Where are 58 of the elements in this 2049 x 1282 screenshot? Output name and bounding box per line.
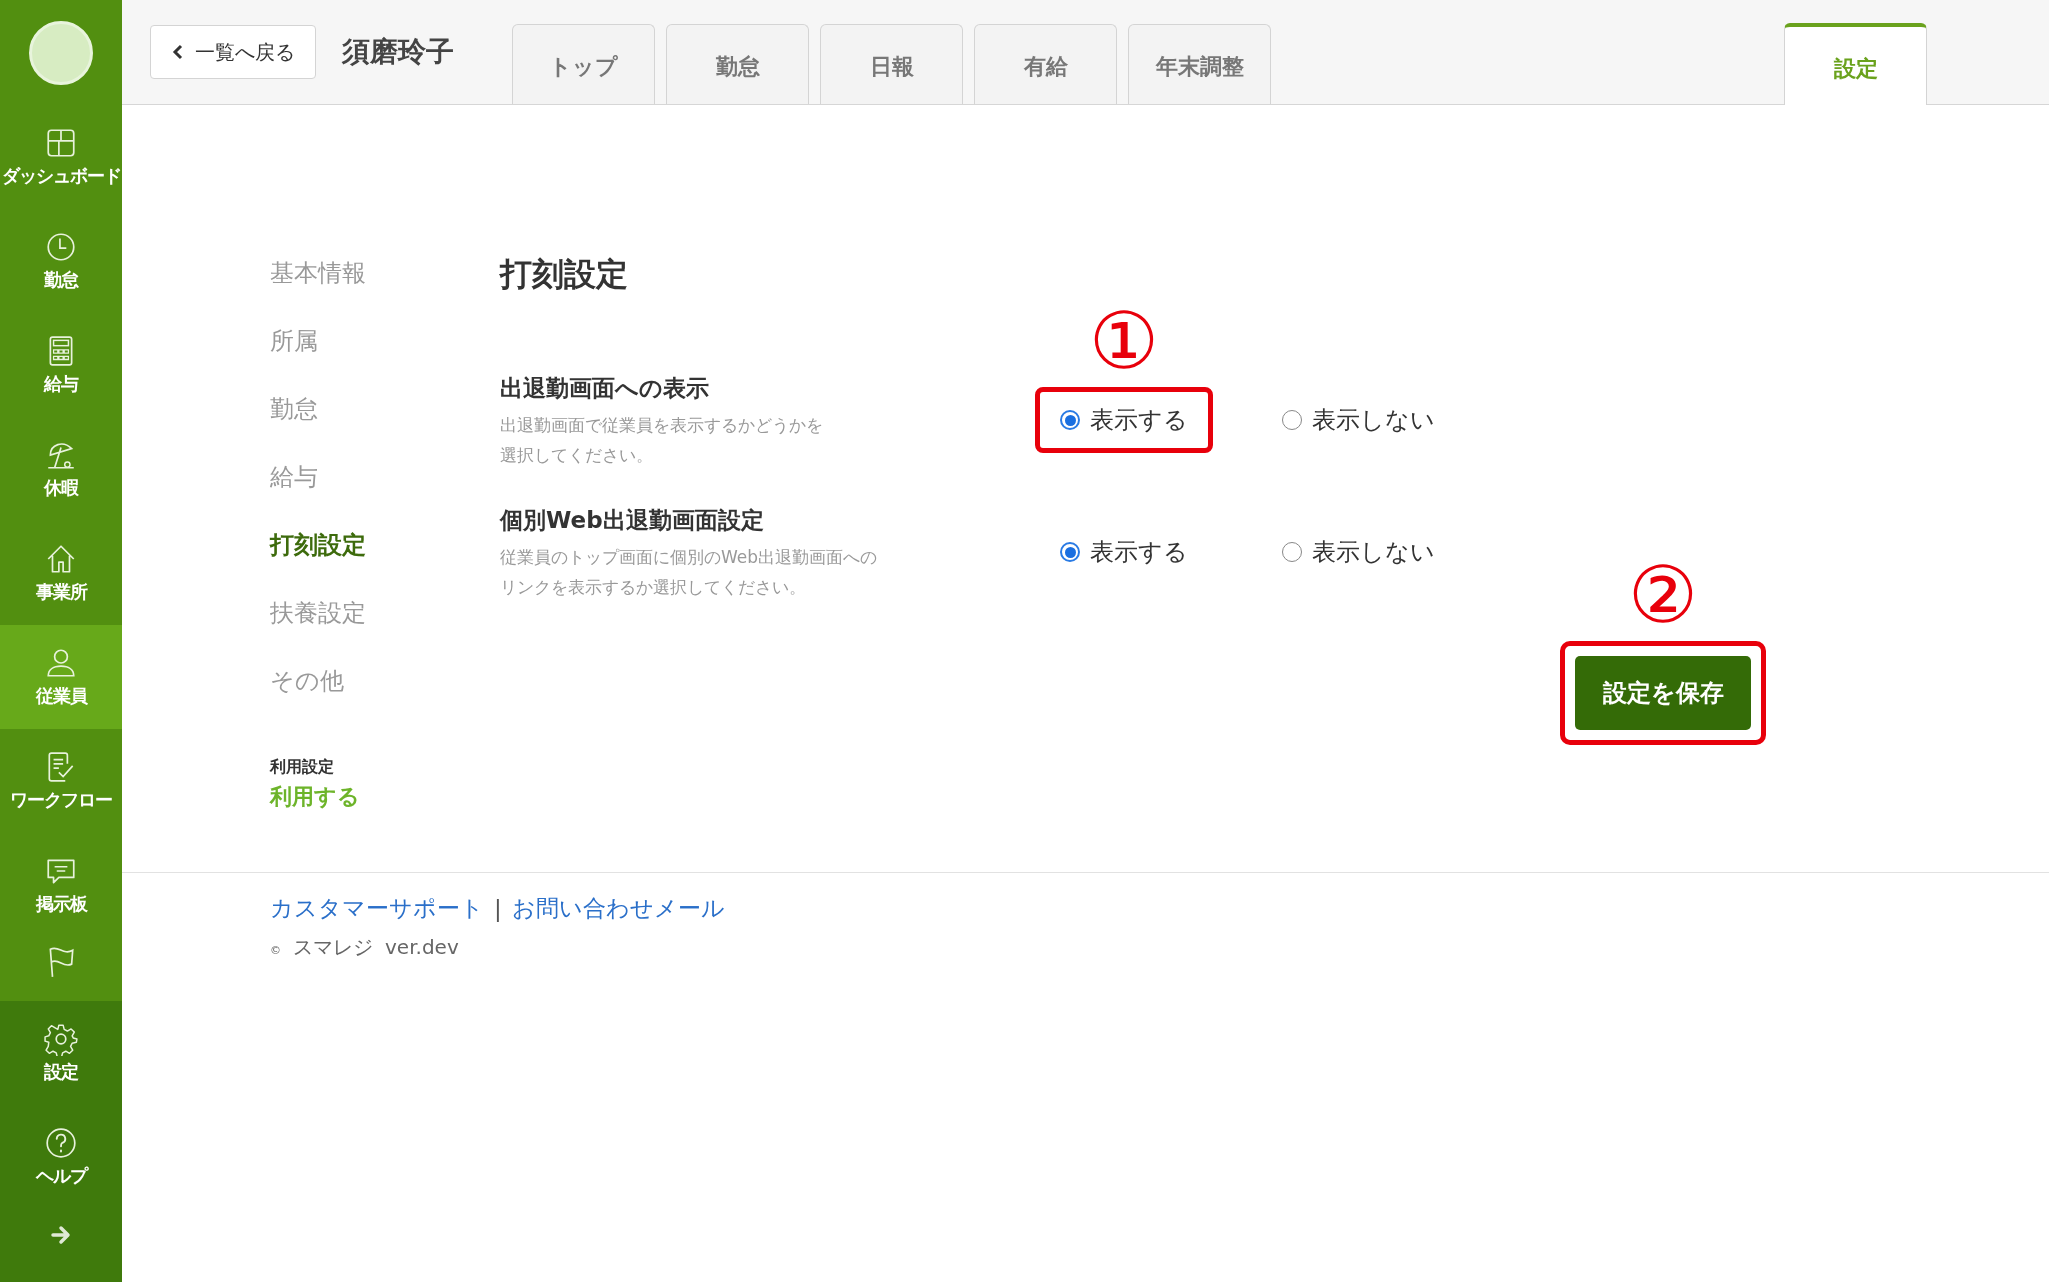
sidebar-item[interactable]: ワークフロー — [0, 729, 122, 833]
sidebar-item[interactable]: 事業所 — [0, 521, 122, 625]
tab[interactable]: 設定 — [1784, 23, 1927, 105]
settings-nav-item[interactable]: 所属 — [270, 321, 500, 389]
help-icon — [44, 1126, 78, 1160]
arrow-right-icon[interactable] — [49, 1223, 73, 1247]
sidebar-item[interactable]: 勤怠 — [0, 209, 122, 313]
setting-label: 出退勤画面への表示 — [500, 374, 710, 403]
setting-description: 従業員のトップ画面に個別のWeb出退勤画面への — [500, 546, 878, 569]
copyright-text: スマレジ — [293, 934, 373, 961]
tab[interactable]: 日報 — [820, 24, 963, 104]
grid-icon — [44, 126, 78, 160]
sidebar-item[interactable]: ダッシュボード — [0, 105, 122, 209]
radio-button[interactable] — [1060, 410, 1080, 430]
tab[interactable]: 有給 — [974, 24, 1117, 104]
setting-description: リンクを表示するか選択してください。 — [500, 576, 806, 599]
usage-value: 利用する — [270, 783, 361, 811]
sidebar-item[interactable]: 従業員 — [0, 625, 122, 729]
sidebar-item[interactable]: 給与 — [0, 313, 122, 417]
callout-number: ① — [1089, 302, 1159, 380]
copyright-mark: © — [270, 944, 281, 957]
settings-nav-item[interactable]: 扶養設定 — [270, 593, 500, 661]
back-button[interactable]: 一覧へ戻る — [150, 25, 316, 79]
sidebar-item[interactable]: 掲示板 — [0, 833, 122, 937]
settings-nav-item[interactable]: 打刻設定 — [270, 525, 500, 593]
setting-description: 出退勤画面で従業員を表示するかどうかを — [500, 414, 823, 437]
radio-option[interactable]: 表示する — [1060, 404, 1188, 436]
sidebar-item[interactable]: 休暇 — [0, 417, 122, 521]
section-title: 打刻設定 — [500, 254, 629, 295]
radio-option[interactable]: 表示しない — [1282, 404, 1435, 436]
tab[interactable]: 勤怠 — [666, 24, 809, 104]
setting-description: 選択してください。 — [500, 444, 653, 467]
sidebar-item[interactable]: ヘルプ — [0, 1105, 122, 1209]
tab[interactable]: トップ — [512, 24, 655, 104]
radio-option[interactable]: 表示する — [1060, 536, 1188, 568]
radio-button[interactable] — [1060, 542, 1080, 562]
settings-nav-item[interactable]: 給与 — [270, 457, 500, 525]
save-button[interactable]: 設定を保存 — [1575, 656, 1751, 730]
settings-nav-item[interactable]: 勤怠 — [270, 389, 500, 457]
settings-nav-item[interactable]: その他 — [270, 661, 500, 729]
support-link[interactable]: カスタマーサポート — [270, 893, 484, 924]
chevron-left-icon — [171, 43, 185, 61]
version-text: ver.dev — [385, 935, 459, 959]
callout-number: ② — [1628, 556, 1698, 634]
clock-icon — [44, 230, 78, 264]
mail-link[interactable]: お問い合わせメール — [511, 893, 725, 924]
sidebar-item[interactable]: 設定 — [0, 1001, 122, 1105]
radio-button[interactable] — [1282, 542, 1302, 562]
separator: | — [494, 895, 502, 922]
settings-icon — [44, 1022, 78, 1056]
usage-label: 利用設定 — [270, 757, 335, 778]
setting-label: 個別Web出退勤画面設定 — [500, 506, 765, 535]
person-icon — [44, 646, 78, 680]
radio-option[interactable]: 表示しない — [1282, 536, 1435, 568]
settings-nav-item[interactable]: 基本情報 — [270, 253, 500, 321]
tab[interactable]: 年末調整 — [1128, 24, 1271, 104]
employee-name: 須磨玲子 — [342, 34, 454, 70]
radio-button[interactable] — [1282, 410, 1302, 430]
